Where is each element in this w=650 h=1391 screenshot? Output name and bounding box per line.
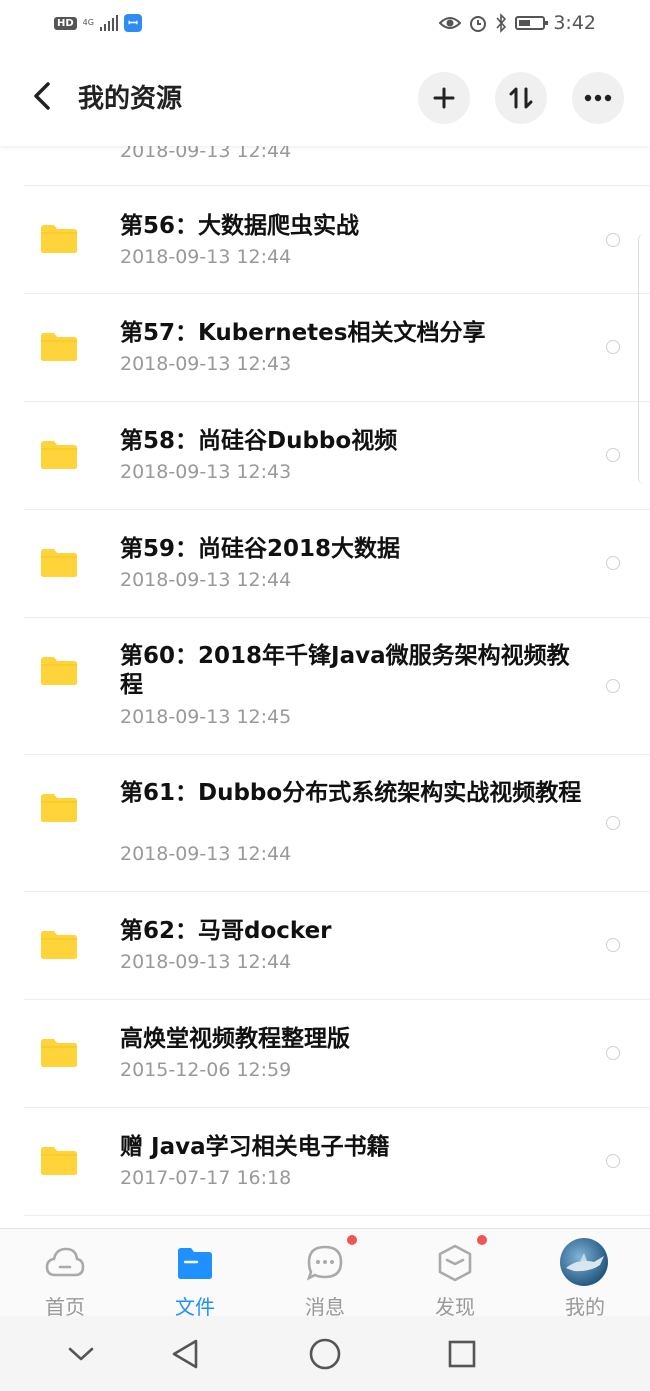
file-name: 第57：Kubernetes相关文档分享	[120, 320, 486, 346]
folder-icon	[41, 441, 77, 469]
folder-icon	[41, 333, 77, 361]
tab-messages[interactable]: 消息	[260, 1229, 390, 1319]
folder-icon	[178, 1248, 212, 1279]
folder-icon	[41, 1039, 77, 1067]
tab-home[interactable]: 首页	[0, 1229, 130, 1319]
notification-badge	[347, 1235, 357, 1245]
sort-icon	[509, 87, 533, 109]
file-date: 2018-09-13 12:44	[120, 246, 292, 268]
select-radio[interactable]	[606, 816, 620, 830]
file-name: 第61：Dubbo分布式系统架构实战视频教程	[120, 780, 582, 806]
select-radio[interactable]	[606, 1154, 620, 1168]
chat-icon	[306, 1245, 343, 1281]
avatar	[560, 1238, 608, 1286]
tab-discover[interactable]: 发现	[390, 1229, 520, 1319]
file-name: 第56：大数据爬虫实战	[120, 213, 360, 239]
status-bar: HD 4G ꟷ 3:42	[0, 0, 650, 48]
file-date: 2015-12-06 12:59	[120, 1059, 292, 1081]
list-item[interactable]: 第61：Dubbo分布式系统架构实战视频教程 2018-09-13 12:44	[24, 755, 650, 892]
select-radio[interactable]	[606, 679, 620, 693]
select-radio[interactable]	[606, 1046, 620, 1060]
select-radio[interactable]	[606, 340, 620, 354]
file-date: 2018-09-13 12:44	[120, 146, 292, 162]
cube-icon	[438, 1244, 472, 1282]
clock: 3:42	[553, 12, 596, 34]
file-name: 第62：马哥docker	[120, 918, 332, 944]
recents-square-icon[interactable]	[442, 1334, 482, 1374]
more-icon	[584, 94, 612, 102]
app-notification-icon: ꟷ	[123, 14, 142, 32]
list-item[interactable]: 赠 Java学习相关电子书籍 2017-07-17 16:18	[24, 1108, 650, 1216]
list-item[interactable]: 第58：尚硅谷Dubbo视频 2018-09-13 12:43	[24, 402, 650, 510]
file-name: 第60：2018年千锋Java微服务架构视频教程	[120, 643, 570, 698]
folder-icon	[41, 549, 77, 577]
header: 我的资源	[0, 48, 650, 146]
notification-badge	[477, 1235, 487, 1245]
file-date: 2018-09-13 12:43	[120, 461, 292, 483]
select-radio[interactable]	[606, 233, 620, 247]
file-name: 赠 Java学习相关电子书籍	[120, 1134, 390, 1160]
scrollbar[interactable]	[638, 234, 650, 484]
tab-me[interactable]: 我的	[520, 1229, 650, 1319]
folder-icon	[41, 225, 77, 253]
tab-files[interactable]: 文件	[130, 1229, 260, 1319]
page-title: 我的资源	[78, 84, 183, 114]
battery-icon	[515, 16, 549, 30]
file-date: 2018-09-13 12:44	[120, 951, 292, 973]
select-radio[interactable]	[606, 448, 620, 462]
file-date: 2018-09-13 12:44	[120, 569, 292, 591]
file-name: 高焕堂视频教程整理版	[120, 1026, 350, 1052]
list-item[interactable]: 第56：大数据爬虫实战 2018-09-13 12:44	[24, 186, 650, 294]
select-radio[interactable]	[606, 938, 620, 952]
list-item[interactable]: 第59：尚硅谷2018大数据 2018-09-13 12:44	[24, 510, 650, 618]
chevron-left-icon[interactable]	[28, 78, 58, 114]
list-item[interactable]: 第62：马哥docker 2018-09-13 12:44	[24, 892, 650, 1000]
folder-icon	[41, 794, 77, 822]
list-item[interactable]: 高焕堂视频教程整理版 2015-12-06 12:59	[24, 1000, 650, 1108]
network-type: 4G	[82, 18, 94, 27]
shark-avatar-image	[566, 1253, 604, 1272]
home-circle-icon[interactable]	[305, 1334, 345, 1374]
bluetooth-icon	[496, 13, 507, 33]
list-item[interactable]: 第57：Kubernetes相关文档分享 2018-09-13 12:43	[24, 294, 650, 402]
hd-badge: HD	[54, 16, 77, 30]
list-item[interactable]: 第60：2018年千锋Java微服务架构视频教程 2018-09-13 12:4…	[24, 618, 650, 755]
folder-icon	[41, 657, 77, 685]
file-date: 2017-07-17 16:18	[120, 1167, 292, 1189]
file-name: 第59：尚硅谷2018大数据	[120, 536, 401, 562]
file-date: 2018-09-13 12:45	[120, 706, 292, 728]
bottom-tab-bar: 首页 文件 消息 发现 我的	[0, 1228, 650, 1319]
plus-icon	[433, 87, 455, 109]
file-date: 2018-09-13 12:43	[120, 353, 292, 375]
cloud-icon	[45, 1247, 85, 1277]
file-list: 2018-09-13 12:44 第56：大数据爬虫实战 2018-09-13 …	[0, 146, 650, 1228]
file-date: 2018-09-13 12:44	[120, 843, 292, 865]
eye-icon	[439, 17, 462, 29]
alarm-icon	[470, 16, 487, 32]
folder-icon	[41, 1147, 77, 1175]
select-radio[interactable]	[606, 556, 620, 570]
list-item-partial[interactable]: 2018-09-13 12:44	[24, 146, 650, 186]
signal-icon	[99, 15, 118, 31]
system-nav-bar	[0, 1316, 650, 1391]
file-name: 第58：尚硅谷Dubbo视频	[120, 428, 398, 454]
folder-icon	[41, 931, 77, 959]
back-triangle-icon[interactable]	[165, 1334, 205, 1374]
sort-button[interactable]	[495, 72, 547, 124]
more-button[interactable]	[572, 72, 624, 124]
chevron-down-icon[interactable]	[61, 1334, 101, 1374]
add-button[interactable]	[418, 72, 470, 124]
